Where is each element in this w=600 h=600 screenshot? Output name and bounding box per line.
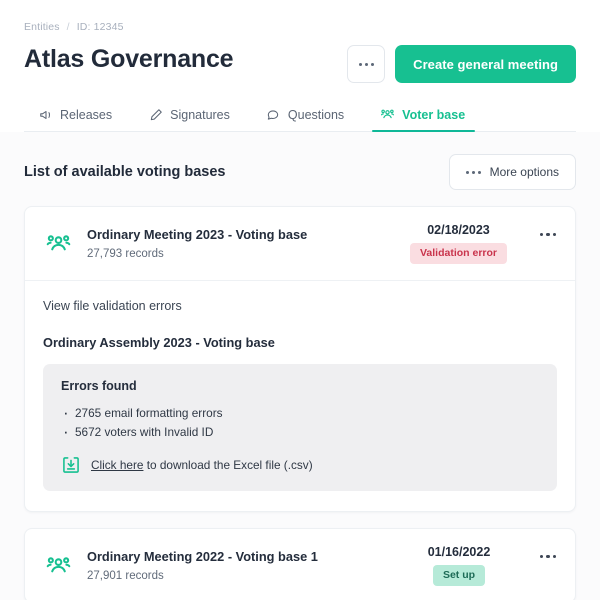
download-icon xyxy=(61,455,81,475)
ellipsis-icon xyxy=(539,554,557,558)
voting-base-name: Ordinary Meeting 2023 - Voting base xyxy=(87,226,308,242)
voting-base-meta: 02/18/2023 Validation error xyxy=(409,223,507,264)
header-actions: Create general meeting xyxy=(347,45,576,83)
voting-base-meta: 01/16/2022 Set up xyxy=(411,545,507,586)
page-body: List of available voting bases More opti… xyxy=(0,132,600,600)
voting-base-card-header[interactable]: Ordinary Meeting 2023 - Voting base 27,7… xyxy=(25,207,575,281)
section-title: List of available voting bases xyxy=(24,164,226,180)
view-validation-errors-label[interactable]: View file validation errors xyxy=(43,297,557,315)
validation-file-name: Ordinary Assembly 2023 - Voting base xyxy=(43,335,275,350)
breadcrumb-id: ID: 12345 xyxy=(76,21,124,33)
status-badge: Validation error xyxy=(409,243,507,264)
more-options-button[interactable]: More options xyxy=(448,154,576,190)
tab-bar: Releases Signatures Questions Voter base xyxy=(24,103,576,132)
chat-icon xyxy=(266,107,281,122)
tab-signatures[interactable]: Signatures xyxy=(130,103,248,131)
errors-found-box: Errors found 2765 email formatting error… xyxy=(43,364,557,491)
app-root: Entities / ID: 12345 Atlas Governance Cr… xyxy=(0,0,600,600)
download-text: Click here to download the Excel file (.… xyxy=(91,458,313,472)
errors-found-title: Errors found xyxy=(61,379,137,393)
error-item: 2765 email formatting errors xyxy=(61,403,539,423)
header-more-button[interactable] xyxy=(347,45,386,83)
tab-label: Voter base xyxy=(402,107,466,122)
voters-icon xyxy=(43,551,73,581)
create-general-meeting-button[interactable]: Create general meeting xyxy=(395,45,576,83)
voting-base-info: Ordinary Meeting 2023 - Voting base 27,7… xyxy=(87,226,396,262)
voting-base-menu-button[interactable] xyxy=(537,554,559,577)
ellipsis-icon xyxy=(465,170,481,174)
status-badge: Set up xyxy=(432,565,486,586)
voting-base-card: Ordinary Meeting 2022 - Voting base 1 27… xyxy=(24,528,576,600)
download-suffix: to download the Excel file (.csv) xyxy=(143,458,313,472)
tab-questions[interactable]: Questions xyxy=(248,103,362,131)
more-options-label: More options xyxy=(489,165,559,179)
voters-icon xyxy=(43,229,73,259)
errors-list: 2765 email formatting errors 5672 voters… xyxy=(61,403,539,442)
tab-label: Releases xyxy=(60,107,113,122)
pen-icon xyxy=(148,107,163,122)
voting-base-info: Ordinary Meeting 2022 - Voting base 1 27… xyxy=(87,548,397,584)
tab-voter-base[interactable]: Voter base xyxy=(362,103,483,132)
megaphone-icon xyxy=(38,107,53,122)
page-header: Entities / ID: 12345 Atlas Governance Cr… xyxy=(0,0,600,132)
page-title: Atlas Governance xyxy=(24,45,234,73)
validation-errors-panel: View file validation errors Ordinary Ass… xyxy=(25,281,575,511)
ellipsis-icon xyxy=(539,232,557,236)
ellipsis-icon xyxy=(358,62,374,66)
voting-base-card-header[interactable]: Ordinary Meeting 2022 - Voting base 1 27… xyxy=(25,529,575,600)
error-item: 5672 voters with Invalid ID xyxy=(61,422,539,442)
title-row: Atlas Governance Create general meeting xyxy=(24,42,576,83)
voting-base-date: 01/16/2022 xyxy=(427,545,491,559)
breadcrumb-separator: / xyxy=(66,21,70,33)
download-link[interactable]: Click here xyxy=(91,458,143,472)
tab-label: Signatures xyxy=(170,107,230,122)
voting-base-date: 02/18/2023 xyxy=(427,223,490,237)
download-row[interactable]: Click here to download the Excel file (.… xyxy=(61,455,539,475)
voting-base-name: Ordinary Meeting 2022 - Voting base 1 xyxy=(87,548,318,564)
voting-base-records: 27,793 records xyxy=(87,247,164,260)
section-header: List of available voting bases More opti… xyxy=(24,132,576,206)
breadcrumb-entities[interactable]: Entities xyxy=(24,21,60,33)
voting-base-card: Ordinary Meeting 2023 - Voting base 27,7… xyxy=(24,206,576,512)
voting-base-records: 27,901 records xyxy=(87,569,164,582)
voting-base-menu-button[interactable] xyxy=(537,232,559,255)
tab-releases[interactable]: Releases xyxy=(24,103,130,131)
tab-label: Questions xyxy=(287,107,345,122)
voters-icon xyxy=(380,107,395,122)
breadcrumb: Entities / ID: 12345 xyxy=(24,20,576,34)
